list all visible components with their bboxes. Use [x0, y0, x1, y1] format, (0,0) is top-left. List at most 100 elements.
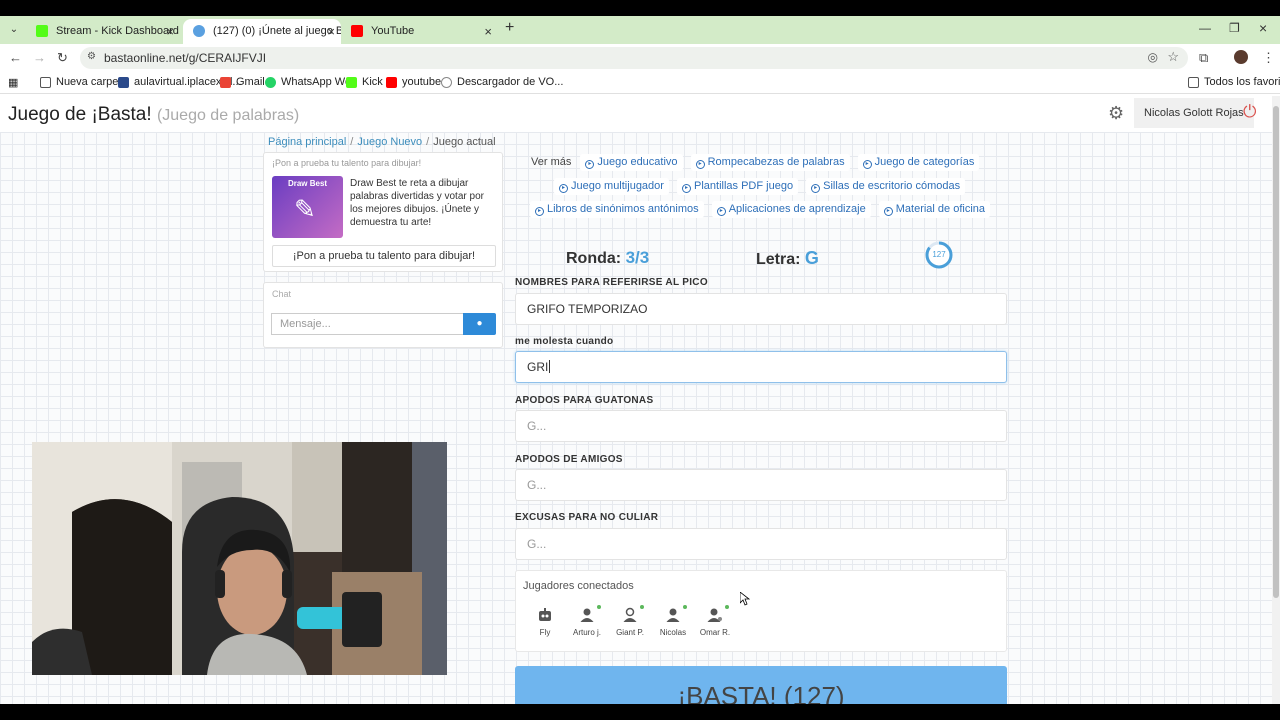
browser-tab-basta[interactable]: (127) (0) ¡Únete al juego Basta! × — [183, 19, 341, 44]
link-label: Juego multijugador — [571, 180, 664, 192]
bookmark-star-icon[interactable]: ☆ — [1167, 49, 1179, 65]
browser-tab-youtube[interactable]: YouTube × — [341, 19, 498, 44]
robot-icon — [537, 607, 553, 623]
answer-input-4[interactable]: G... — [515, 469, 1007, 501]
tab-close-icon[interactable]: × — [484, 19, 492, 44]
link-label: Material de oficina — [895, 203, 986, 215]
site-title[interactable]: Juego de ¡Basta! (Juego de palabras) — [8, 104, 299, 126]
bookmark-gmail[interactable]: Gmail — [220, 76, 265, 88]
link-aplicaciones-aprendizaje[interactable]: ▸ Aplicaciones de aprendizaje — [711, 201, 871, 218]
draw-best-image[interactable]: Draw Best ✎ — [272, 176, 343, 238]
forward-arrow-icon[interactable]: → — [33, 50, 46, 65]
mouse-cursor-icon — [740, 592, 750, 606]
promo-button[interactable]: ¡Pon a prueba tu talento para dibujar! — [272, 245, 496, 267]
basta-button[interactable]: ¡BASTA! (127) — [515, 666, 1007, 704]
browser-tab-kick[interactable]: Stream - Kick Dashboard × — [26, 19, 180, 44]
folder-icon — [1188, 77, 1199, 88]
breadcrumb-home-link[interactable]: Página principal — [268, 136, 346, 148]
eye-off-icon[interactable]: ◎ — [1148, 50, 1158, 64]
link-sillas-escritorio[interactable]: ▸ Sillas de escritorio cómodas — [806, 178, 966, 195]
bookmark-nueva-carpeta[interactable]: Nueva carpeta — [40, 76, 128, 88]
play-circle-icon: ▸ — [716, 207, 726, 216]
page-scrollbar[interactable] — [1272, 96, 1280, 704]
round-label: Ronda: — [566, 250, 622, 267]
countdown-timer: 127 — [925, 241, 953, 269]
new-tab-button[interactable]: + — [505, 19, 514, 37]
field-label-2: me molesta cuando — [515, 336, 614, 347]
link-label: Rompecabezas de palabras — [707, 156, 845, 168]
link-plantillas-pdf[interactable]: ▸ Plantillas PDF juego — [677, 178, 799, 195]
promo-title: ¡Pon a prueba tu talento para dibujar! — [272, 158, 422, 168]
tab-close-icon[interactable]: × — [327, 19, 335, 44]
rocket-icon: ✎ — [294, 194, 316, 224]
breadcrumb-separator: / — [426, 136, 430, 148]
answer-input-1[interactable]: GRIFO TEMPORIZAO — [515, 293, 1007, 325]
download-icon — [441, 77, 452, 88]
player-item[interactable]: Arturo j. — [565, 605, 609, 637]
gear-icon[interactable]: ⚙ — [1108, 103, 1124, 124]
player-item[interactable]: Omar R. — [693, 605, 737, 637]
user-name-button[interactable]: Nicolas Golott Rojas — [1134, 98, 1254, 128]
breadcrumb-new-game-link[interactable]: Juego Nuevo — [357, 136, 422, 148]
window-close-icon[interactable]: × — [1259, 20, 1267, 36]
extensions-icon[interactable]: ⧉ — [1199, 50, 1208, 66]
scrollbar-thumb[interactable] — [1273, 106, 1279, 598]
site-info-icon[interactable]: ⚙ — [87, 51, 96, 62]
answer-input-5[interactable]: G... — [515, 528, 1007, 560]
player-item[interactable]: Nicolas — [651, 605, 695, 637]
tab-search-chevron-icon[interactable]: ⌄ — [6, 22, 22, 38]
bookmark-descargador[interactable]: Descargador de VO... — [441, 76, 563, 88]
timer-value: 127 — [932, 250, 946, 259]
top-black-bar — [0, 0, 1280, 16]
link-juego-categorias[interactable]: ▸ Juego de categorías — [857, 154, 980, 171]
profile-avatar[interactable] — [1234, 50, 1248, 64]
letter-label: Letra: — [756, 251, 801, 268]
bookmark-youtube[interactable]: youtube — [386, 76, 441, 88]
answer-input-2[interactable]: GRI — [515, 351, 1007, 383]
online-status-dot — [597, 605, 601, 609]
field-label-3: APODOS PARA GUATONAS — [515, 395, 654, 406]
play-circle-icon: ▸ — [585, 160, 595, 169]
back-arrow-icon[interactable]: ← — [9, 50, 22, 65]
player-item[interactable]: Giant P. — [608, 605, 652, 637]
answer-input-3[interactable]: G... — [515, 410, 1007, 442]
link-libros-sinonimos[interactable]: ▸ Libros de sinónimos antónimos — [530, 201, 704, 218]
bookmark-label: youtube — [402, 76, 442, 88]
reload-icon[interactable]: ↻ — [57, 50, 68, 66]
tab-title: Stream - Kick Dashboard — [56, 25, 179, 37]
address-bar[interactable]: ⚙ bastaonline.net/g/CERAIJFVJI ◎ ☆ — [80, 47, 1188, 69]
url-text[interactable]: bastaonline.net/g/CERAIJFVJI — [104, 51, 266, 65]
play-circle-icon: ▸ — [883, 207, 893, 216]
kick-favicon-icon — [36, 25, 48, 37]
bookmark-label: Descargador de VO... — [457, 76, 564, 88]
links-row-1: Ver más ▸ Juego educativo ▸ Rompecabezas d… — [531, 154, 984, 171]
online-status-dot — [640, 605, 644, 609]
chat-message-input[interactable]: Mensaje... — [271, 313, 464, 335]
field-label-4: APODOS DE AMIGOS — [515, 454, 623, 465]
power-logout-icon[interactable]: ⏻ — [1243, 102, 1256, 122]
link-material-oficina[interactable]: ▸ Material de oficina — [878, 201, 991, 218]
basta-favicon-icon — [193, 25, 205, 37]
player-item[interactable]: Fly — [523, 607, 567, 637]
link-rompecabezas[interactable]: ▸ Rompecabezas de palabras — [690, 154, 850, 171]
links-row-2: ▸ Juego multijugador ▸ Plantillas PDF jueg… — [554, 178, 970, 195]
chat-send-button[interactable]: ● — [463, 313, 496, 335]
bookmark-kick[interactable]: Kick — [346, 76, 383, 88]
bookmark-whatsapp[interactable]: WhatsApp Web — [265, 76, 357, 88]
tab-close-icon[interactable]: × — [166, 19, 174, 44]
link-juego-multijugador[interactable]: ▸ Juego multijugador — [554, 178, 669, 195]
online-status-dot — [725, 605, 729, 609]
round-indicator: Ronda: 3/3 — [566, 248, 649, 268]
kebab-menu-icon[interactable]: ⋮ — [1262, 50, 1275, 66]
bookmark-label: Nueva carpeta — [56, 76, 128, 88]
letter-value: G — [804, 248, 819, 268]
maximize-icon[interactable]: ❐ — [1229, 21, 1240, 35]
promo-description: Draw Best te reta a dibujar palabras div… — [350, 178, 484, 228]
link-juego-educativo[interactable]: ▸ Juego educativo — [580, 154, 683, 171]
all-bookmarks[interactable]: Todos los favoritos — [1188, 76, 1280, 88]
aulavirtual-icon — [118, 77, 129, 88]
play-circle-icon: ▸ — [695, 160, 705, 169]
user-icon — [665, 605, 687, 623]
minimize-icon[interactable]: — — [1199, 21, 1211, 35]
apps-grid-icon[interactable]: ▦ — [8, 76, 18, 89]
